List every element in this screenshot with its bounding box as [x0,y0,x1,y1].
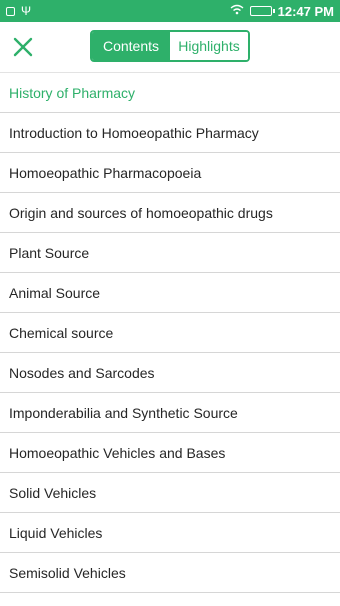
status-right: 12:47 PM [230,4,334,19]
view-toggle: Contents Highlights [90,30,250,62]
toc-item[interactable]: Origin and sources of homoeopathic drugs [0,193,340,233]
toc-item[interactable]: Homoeopathic Vehicles and Bases [0,433,340,473]
usb-icon: Ψ [21,4,32,18]
battery-icon [249,6,275,16]
tab-highlights[interactable]: Highlights [170,32,248,60]
toc-item[interactable]: Homoeopathic Pharmacopoeia [0,153,340,193]
status-bar: Ψ 12:47 PM [0,0,340,22]
status-left: Ψ [6,5,31,17]
status-time: 12:47 PM [277,3,334,19]
toc-item[interactable]: Animal Source [0,273,340,313]
table-of-contents: History of Pharmacy Introduction to Homo… [0,73,340,593]
toc-item[interactable]: Liquid Vehicles [0,513,340,553]
toolbar: Contents Highlights [0,22,340,73]
toc-item[interactable]: History of Pharmacy [0,73,340,113]
tab-contents[interactable]: Contents [92,32,170,60]
toc-item[interactable]: Introduction to Homoeopathic Pharmacy [0,113,340,153]
toc-item[interactable]: Imponderabilia and Synthetic Source [0,393,340,433]
toc-item[interactable]: Chemical source [0,313,340,353]
toc-item[interactable]: Plant Source [0,233,340,273]
toc-item[interactable]: Solid Vehicles [0,473,340,513]
close-button[interactable] [10,34,36,60]
close-icon [13,37,33,57]
toc-item[interactable]: Nosodes and Sarcodes [0,353,340,393]
toc-item[interactable]: Semisolid Vehicles [0,553,340,593]
screen-icon [6,6,15,16]
wifi-icon [230,4,244,18]
